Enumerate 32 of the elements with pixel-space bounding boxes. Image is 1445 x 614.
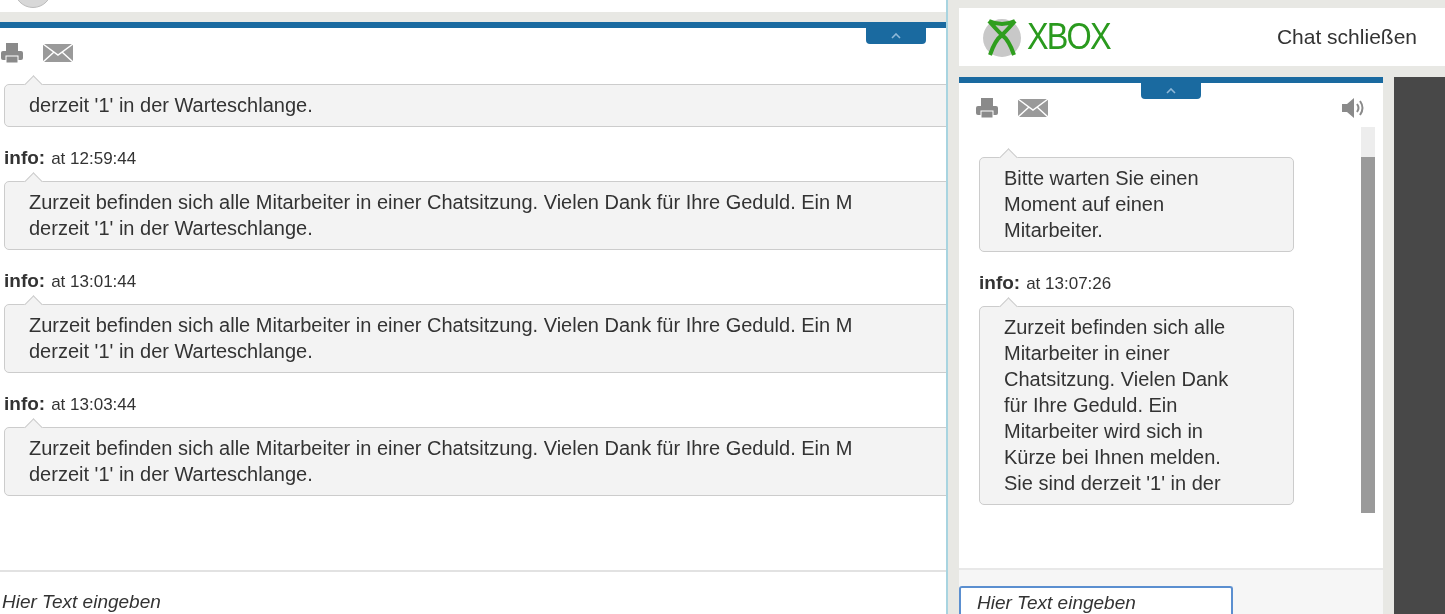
- message-text: Zurzeit befinden sich alle Mitarbeiter in einer Chatsitzung. Vielen Dank für Ihre Geduld. Ein M: [29, 436, 854, 461]
- message-text: derzeit '1' in der Warteschlange.: [29, 93, 314, 118]
- mail-button[interactable]: [42, 43, 74, 63]
- message-time: at 12:59:44: [51, 149, 137, 169]
- print-button[interactable]: [975, 97, 999, 119]
- sender-label: info:: [979, 272, 1021, 294]
- print-icon: [975, 97, 999, 119]
- message-time: at 13:03:44: [51, 395, 137, 415]
- message-time: at 13:07:26: [1026, 274, 1112, 294]
- mail-icon: [1017, 98, 1049, 118]
- sender-label: info:: [4, 393, 46, 415]
- message-time: at 13:01:44: [51, 272, 137, 292]
- message-text: derzeit '1' in der Warteschlange.: [29, 462, 314, 487]
- message-input[interactable]: Hier Text eingeben: [959, 586, 1233, 614]
- message-text: Zurzeit befinden sich alle Mitarbeiter in einer Chatsitzung. Vielen Dank für Ihre Geduld. Ein M: [29, 313, 854, 338]
- print-button[interactable]: [0, 42, 24, 64]
- scrollbar[interactable]: [1361, 127, 1375, 513]
- logo-text: XBOX: [1027, 16, 1110, 58]
- message-text: derzeit '1' in der Warteschlange.: [29, 339, 314, 364]
- caret-up-icon: [891, 33, 901, 39]
- close-chat-link[interactable]: Chat schließen: [1276, 25, 1417, 49]
- sender-label: info:: [4, 270, 46, 292]
- mail-button[interactable]: [1017, 98, 1049, 118]
- message-text: Bitte warten Sie einen Moment auf einen Mitarbeiter.: [1004, 166, 1200, 243]
- collapse-tab[interactable]: [866, 28, 926, 44]
- message-text: Zurzeit befinden sich alle Mitarbeiter in einer Chatsitzung. Vielen Dank für Ihre Geduld. Ein M: [29, 190, 854, 215]
- message-text: Zurzeit befinden sich alle Mitarbeiter in einer Chatsitzung. Vielen Dank für Ihre Geduld. Ein Mitarbeiter wird sich in Kürze bei Ihnen melden. Sie sind derzeit '1' in der: [1004, 315, 1230, 496]
- collapse-tab[interactable]: [1141, 83, 1201, 99]
- caret-up-icon: [1166, 88, 1176, 94]
- mail-icon: [42, 43, 74, 63]
- sender-label: info:: [4, 147, 46, 169]
- message-text: derzeit '1' in der Warteschlange.: [29, 216, 314, 241]
